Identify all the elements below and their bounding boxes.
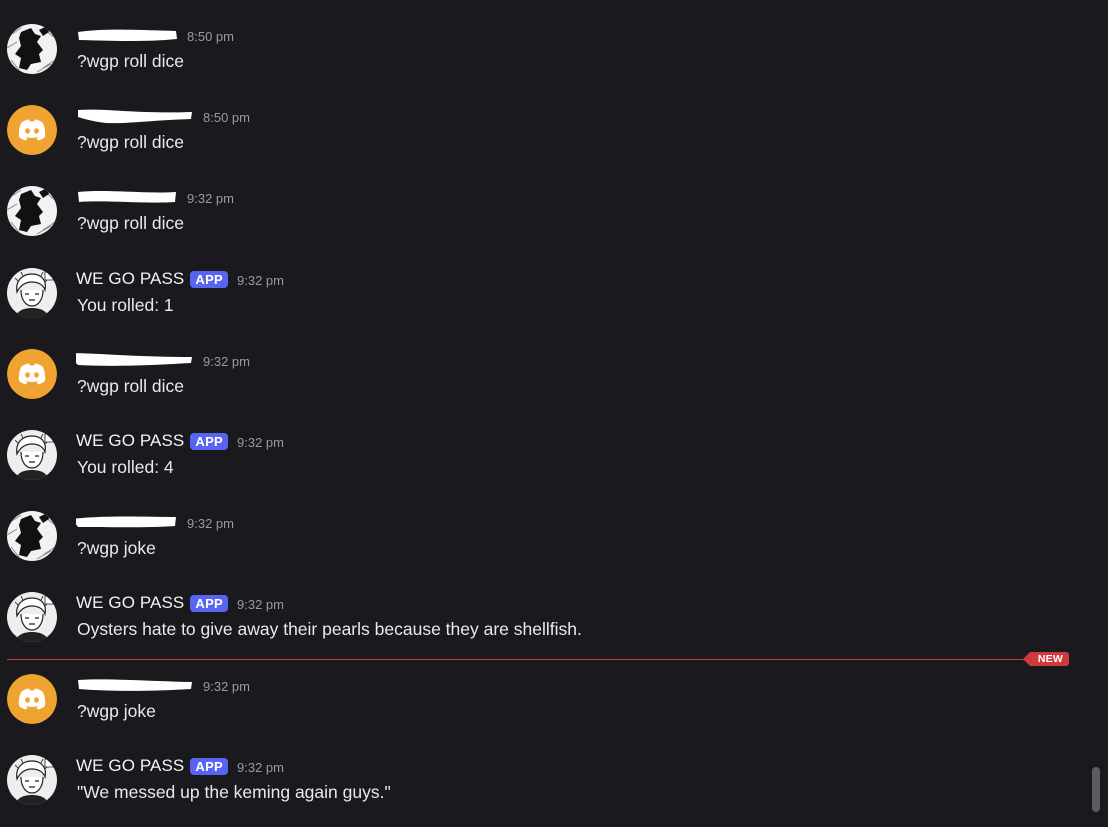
author-name-redacted: [76, 107, 194, 125]
message-text: ?wgp joke: [77, 538, 156, 558]
message-text: ?wgp roll dice: [77, 51, 184, 71]
message-text: Oysters hate to give away their pearls b…: [77, 619, 582, 639]
manga-portrait-avatar[interactable]: [7, 592, 57, 642]
message: WE GO PASS APP 9:32 pm You rolled: 4: [0, 430, 1080, 506]
manga-portrait-avatar[interactable]: [7, 430, 57, 480]
message-timestamp: 9:32 pm: [237, 596, 284, 612]
new-messages-badge: NEW: [1022, 652, 1069, 666]
author-name[interactable]: WE GO PASS: [76, 756, 184, 776]
message-text: You rolled: 4: [77, 457, 174, 477]
message: 9:32 pm ?wgp roll dice: [0, 349, 1080, 425]
author-name[interactable]: WE GO PASS: [76, 431, 184, 451]
author-name-redacted: [76, 26, 178, 44]
message: 8:50 pm ?wgp roll dice: [0, 24, 1080, 100]
user-silhouette-avatar[interactable]: [7, 186, 57, 236]
message-timestamp: 9:32 pm: [237, 759, 284, 775]
manga-portrait-avatar[interactable]: [7, 268, 57, 318]
message: 9:32 pm ?wgp roll dice: [0, 186, 1080, 262]
message-text: ?wgp roll dice: [77, 376, 184, 396]
message-timestamp: 9:32 pm: [187, 515, 234, 531]
user-silhouette-avatar[interactable]: [7, 24, 57, 74]
message-timestamp: 8:50 pm: [187, 28, 234, 44]
message: WE GO PASS APP 9:32 pm You rolled: 1: [0, 268, 1080, 344]
author-name-redacted: [76, 513, 178, 531]
app-badge: APP: [190, 432, 229, 450]
manga-portrait-avatar[interactable]: [7, 755, 57, 805]
app-badge: APP: [190, 270, 229, 288]
message-timestamp: 9:32 pm: [187, 190, 234, 206]
app-badge: APP: [190, 757, 229, 775]
message-text: ?wgp joke: [77, 701, 156, 721]
user-silhouette-avatar[interactable]: [7, 511, 57, 561]
message: 8:50 pm ?wgp roll dice: [0, 105, 1080, 181]
author-name[interactable]: WE GO PASS: [76, 269, 184, 289]
message-text: ?wgp roll dice: [77, 132, 184, 152]
message: WE GO PASS APP 9:32 pm Oysters hate to g…: [0, 592, 1080, 668]
author-name-redacted: [76, 188, 178, 206]
author-name[interactable]: WE GO PASS: [76, 593, 184, 613]
discord-logo-avatar[interactable]: [7, 105, 57, 155]
message-timestamp: 8:50 pm: [203, 109, 250, 125]
author-name-redacted: [76, 676, 194, 694]
message-timestamp: 9:32 pm: [203, 678, 250, 694]
app-badge: APP: [190, 594, 229, 612]
chat-message-list: 8:50 pm ?wgp roll dice 8:50 pm ?wgp roll…: [0, 0, 1108, 827]
message-timestamp: 9:32 pm: [203, 353, 250, 369]
message: WE GO PASS APP 9:32 pm "We messed up the…: [0, 755, 1080, 827]
scrollbar-thumb[interactable]: [1092, 767, 1100, 812]
discord-logo-avatar[interactable]: [7, 349, 57, 399]
message-text: You rolled: 1: [77, 295, 174, 315]
message: 9:32 pm ?wgp joke: [0, 511, 1080, 587]
author-name-redacted: [76, 351, 194, 369]
message-timestamp: 9:32 pm: [237, 434, 284, 450]
message-text: "We messed up the keming again guys.": [77, 782, 391, 802]
new-messages-divider: NEW: [7, 652, 1069, 666]
message-timestamp: 9:32 pm: [237, 272, 284, 288]
message-text: ?wgp roll dice: [77, 213, 184, 233]
discord-logo-avatar[interactable]: [7, 674, 57, 724]
scrollbar[interactable]: [1092, 0, 1100, 827]
message: 9:32 pm ?wgp joke: [0, 674, 1080, 750]
